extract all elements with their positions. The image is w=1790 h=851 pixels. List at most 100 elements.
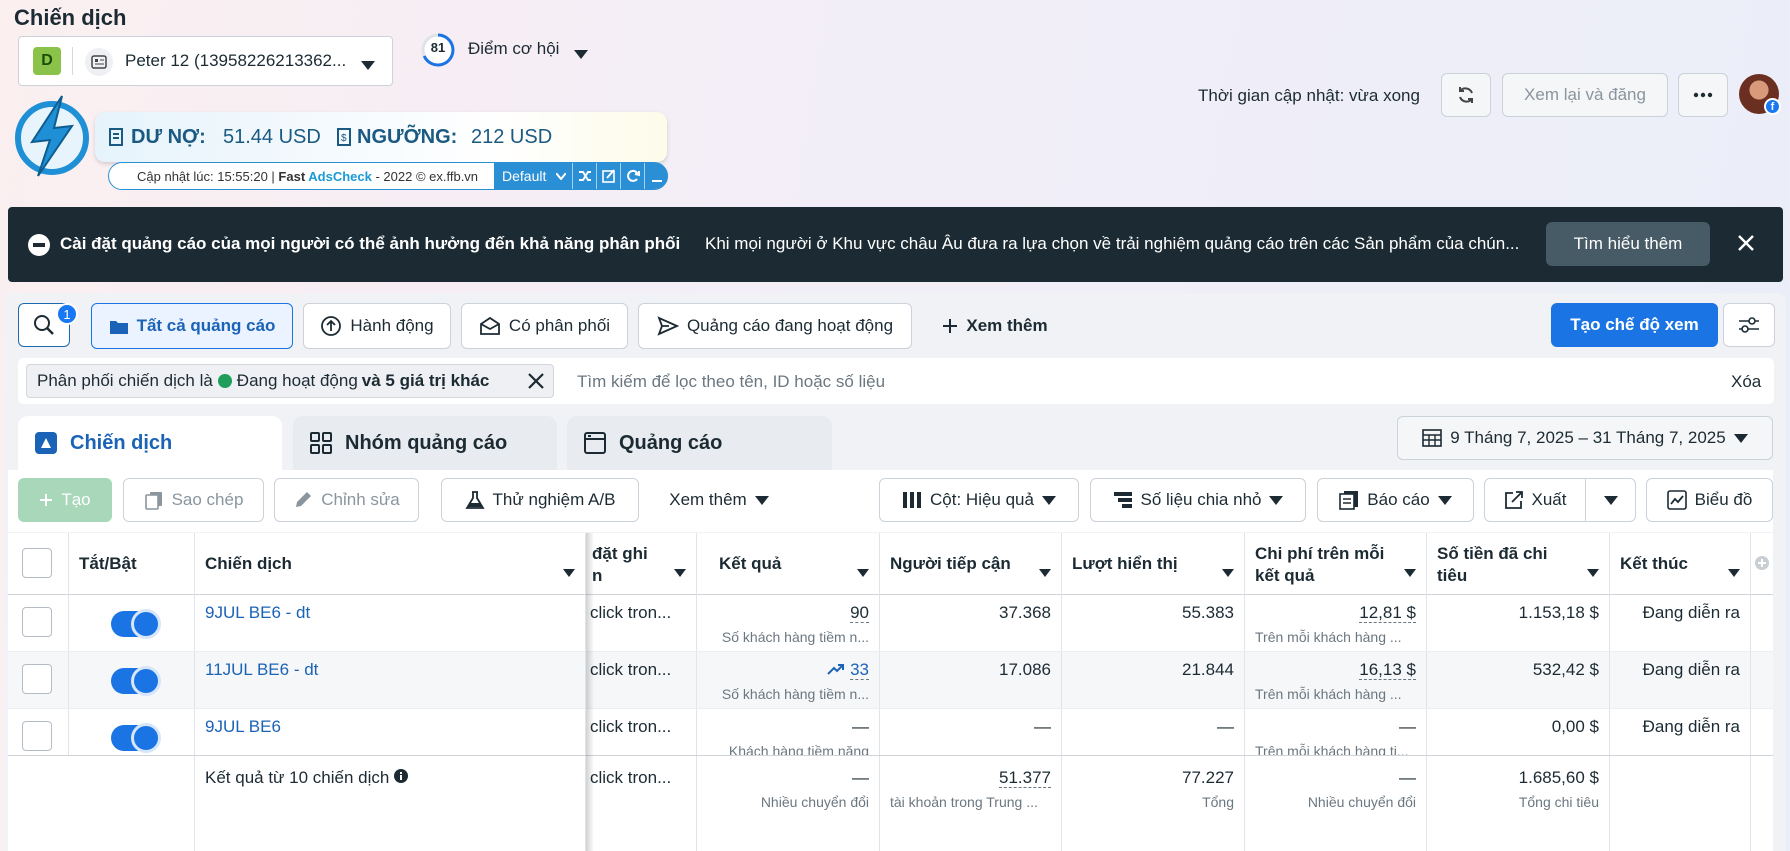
amount-spent-cell: 532,42 $ <box>1427 652 1610 708</box>
update-time: Thời gian cập nhật: vừa xong <box>1198 86 1420 105</box>
export-dropdown[interactable] <box>1585 478 1636 522</box>
campaign-toggle[interactable] <box>111 609 161 639</box>
close-icon[interactable] <box>527 372 545 395</box>
date-range-picker[interactable]: 9 Tháng 7, 2025 – 31 Tháng 7, 2025 <box>1397 416 1773 460</box>
adscheck-profile-select[interactable]: Default <box>494 163 572 189</box>
delivery-filter-button[interactable]: Có phân phối <box>461 303 628 349</box>
refresh-button[interactable] <box>1441 73 1491 117</box>
ends-cell: Đang diễn ra <box>1610 595 1751 651</box>
filter-count-badge: 1 <box>56 303 78 325</box>
table-row[interactable]: 9JUL BE6 - dt click tron... 90 Số khách h… <box>8 595 1773 652</box>
row-checkbox[interactable] <box>22 721 52 751</box>
column-header-amount-spent[interactable]: Số tiền đã chi tiêu <box>1427 533 1610 595</box>
report-icon <box>1339 491 1359 510</box>
active-ads-filter-button[interactable]: Quảng cáo đang hoạt động <box>638 303 912 349</box>
tab-campaigns[interactable]: Chiến dịch <box>18 416 282 470</box>
duplicate-button[interactable]: Sao chép <box>123 478 264 522</box>
columns-button[interactable]: Cột: Hiệu quả <box>879 478 1079 522</box>
create-view-button[interactable]: Tạo chế độ xem <box>1551 303 1718 347</box>
more-actions-button[interactable]: Xem thêm <box>654 478 784 522</box>
opportunity-label[interactable]: Điểm cơ hội <box>468 39 559 59</box>
column-header-cost-per-result[interactable]: Chi phí trên mỗi kết quả <box>1245 533 1427 595</box>
more-options-button[interactable] <box>1678 73 1728 117</box>
row-checkbox[interactable] <box>22 607 52 637</box>
all-ads-button[interactable]: Tất cả quảng cáo <box>91 303 293 349</box>
charts-button[interactable]: Biểu đồ <box>1646 478 1773 522</box>
document-icon <box>109 128 123 146</box>
column-header-reach[interactable]: Người tiếp cận <box>880 533 1062 595</box>
sort-icon <box>857 561 869 583</box>
refresh-icon[interactable] <box>620 163 644 189</box>
sort-icon <box>1587 561 1599 583</box>
reports-button[interactable]: Báo cáo <box>1317 478 1474 522</box>
campaign-name-link[interactable]: 11JUL BE6 - dt <box>195 652 586 708</box>
campaign-toggle[interactable] <box>111 723 161 753</box>
campaign-name-link[interactable]: 9JUL BE6 - dt <box>195 595 586 651</box>
review-publish-button[interactable]: Xem lại và đăng <box>1502 73 1668 117</box>
sort-icon <box>1404 561 1416 583</box>
edit-button[interactable]: Chỉnh sửa <box>274 478 419 522</box>
shuffle-icon[interactable] <box>572 163 596 189</box>
opportunity-score[interactable]: 81 <box>420 40 456 55</box>
pencil-icon <box>296 492 312 507</box>
breakdown-icon <box>1113 492 1132 508</box>
attribution-cell: click tron... <box>586 652 697 708</box>
close-icon[interactable] <box>1736 233 1756 258</box>
search-icon <box>34 315 54 335</box>
chevron-down-icon <box>1733 433 1748 443</box>
column-header-impressions[interactable]: Lượt hiển thị <box>1062 533 1245 595</box>
column-header-results[interactable]: Kết quả <box>697 533 880 595</box>
row-checkbox[interactable] <box>22 664 52 694</box>
chevron-down-icon <box>754 495 769 505</box>
page-title: Chiến dịch <box>14 5 127 30</box>
column-header-campaign[interactable]: Chiến dịch <box>195 533 586 595</box>
grid-icon <box>310 432 332 454</box>
envelope-icon <box>480 316 500 335</box>
select-all-checkbox[interactable] <box>22 548 52 578</box>
filter-chip[interactable]: Phân phối chiến dịch là Đang hoạt động v… <box>26 364 554 398</box>
attribution-cell: click tron... <box>586 595 697 651</box>
add-column-icon[interactable] <box>1751 533 1773 595</box>
impressions-cell: 21.844 <box>1062 652 1245 708</box>
table-row[interactable]: 11JUL BE6 - dt click tron... 33 Số khách … <box>8 652 1773 709</box>
amount-spent-cell: 1.153,18 $ <box>1427 595 1610 651</box>
sort-icon <box>1222 561 1234 583</box>
minimize-icon[interactable] <box>644 163 668 189</box>
column-header-attribution[interactable]: đặt ghi n <box>586 533 697 595</box>
notice-body: Khi mọi người ở Khu vực châu Âu đưa ra l… <box>705 234 1520 253</box>
chevron-down-icon <box>556 172 566 180</box>
chevron-down-icon <box>1269 495 1284 505</box>
tab-ad-sets[interactable]: Nhóm quảng cáo <box>293 416 557 470</box>
ab-test-button[interactable]: Thử nghiệm A/B <box>441 478 639 522</box>
sliders-icon <box>1739 317 1759 333</box>
frozen-column-divider <box>586 533 594 851</box>
reach-cell: 17.086 <box>880 652 1062 708</box>
export-button[interactable]: Xuất <box>1484 478 1586 522</box>
threshold-label: NGƯỠNG: <box>357 126 458 148</box>
breakdown-button[interactable]: Số liệu chia nhỏ <box>1090 478 1306 522</box>
chevron-down-icon <box>1041 495 1056 505</box>
column-header-ends[interactable]: Kết thúc <box>1610 533 1751 595</box>
see-more-filters-button[interactable]: Xem thêm <box>925 303 1065 349</box>
view-settings-button[interactable] <box>1723 303 1775 347</box>
impressions-cell: 55.383 <box>1062 595 1245 651</box>
threshold-value: 212 USD <box>471 126 553 148</box>
adscheck-status-bar: Cập nhật lúc: 15:55:20 | Fast AdsCheck -… <box>108 162 668 190</box>
campaigns-table: Tắt/Bật Chiến dịch đặt ghi n Kết quả Ngườ… <box>8 533 1773 851</box>
account-selector[interactable]: D Peter 12 (13958226213362... <box>18 36 393 86</box>
column-header-toggle[interactable]: Tắt/Bật <box>69 533 195 595</box>
create-button[interactable]: Tạo <box>18 478 112 522</box>
edit-icon[interactable] <box>596 163 620 189</box>
campaign-toggle[interactable] <box>111 666 161 696</box>
action-filter-button[interactable]: Hành động <box>303 303 451 349</box>
tab-ads[interactable]: Quảng cáo <box>567 416 832 470</box>
info-icon[interactable] <box>394 769 409 783</box>
select-all-header <box>8 533 69 595</box>
debt-value: 51.44 USD <box>223 126 321 148</box>
reach-cell: 37.368 <box>880 595 1062 651</box>
notice-title: Cài đặt quảng cáo của mọi người có thể ả… <box>60 234 681 253</box>
clear-filters-link[interactable]: Xóa <box>1731 372 1761 392</box>
learn-more-button[interactable]: Tìm hiểu thêm <box>1546 222 1710 266</box>
chevron-down-icon[interactable] <box>574 44 588 64</box>
filter-search-input[interactable]: Tìm kiếm để lọc theo tên, ID hoặc số liệ… <box>577 372 885 392</box>
